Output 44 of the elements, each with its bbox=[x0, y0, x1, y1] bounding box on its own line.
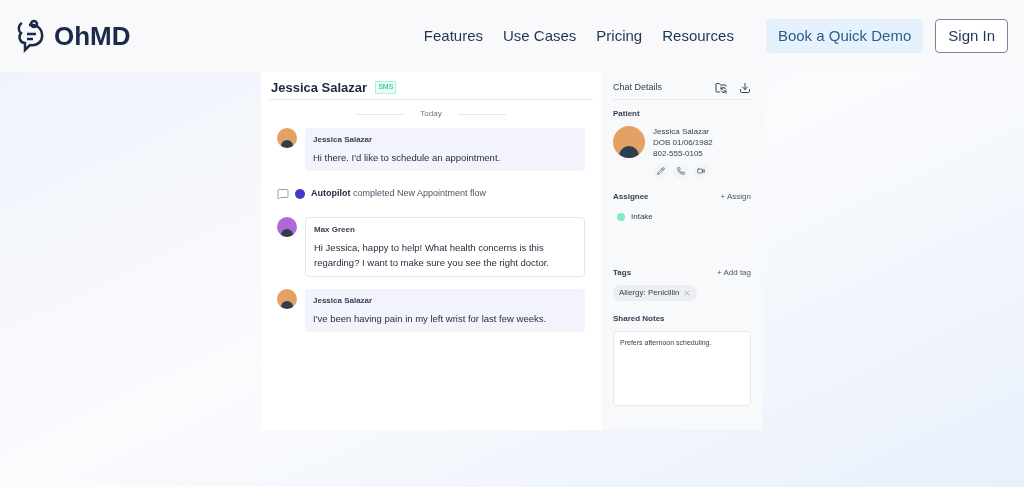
autopilot-icon bbox=[295, 188, 305, 199]
nav-link[interactable]: Pricing bbox=[596, 24, 643, 48]
video-button[interactable] bbox=[693, 163, 709, 179]
sign-in-button[interactable]: Sign In bbox=[935, 19, 1008, 53]
chat-title: Jessica Salazar bbox=[271, 78, 368, 97]
section-label: Patient bbox=[613, 108, 641, 120]
remove-icon[interactable] bbox=[683, 289, 692, 297]
add-tag-link[interactable]: + Add tag bbox=[716, 267, 751, 279]
patient-avatar bbox=[613, 126, 645, 158]
edit-button[interactable] bbox=[653, 163, 669, 179]
patient-dob: DOB 01/06/1982 bbox=[653, 137, 713, 148]
tag-chip: Allergy: Penicillin bbox=[613, 285, 698, 301]
pencil-icon bbox=[657, 167, 665, 175]
call-button[interactable] bbox=[673, 163, 689, 179]
video-camera-icon bbox=[697, 167, 705, 175]
avatar bbox=[277, 128, 297, 148]
chat-bubble-icon bbox=[277, 187, 289, 200]
logo-icon bbox=[16, 19, 46, 53]
avatar bbox=[277, 216, 297, 237]
sender-name: Jessica Salazar bbox=[313, 134, 374, 146]
nav-link[interactable]: Features bbox=[423, 24, 483, 48]
nav-link[interactable]: Resources bbox=[662, 24, 734, 48]
patient-phone: 802-555-0105 bbox=[653, 148, 704, 159]
avatar bbox=[277, 288, 297, 309]
download-icon[interactable] bbox=[739, 81, 751, 94]
sender-name: Jessica Salazar bbox=[313, 294, 374, 307]
section-label: Tags bbox=[613, 267, 632, 279]
nav-link[interactable]: Use Cases bbox=[503, 24, 577, 48]
details-title: Chat Details bbox=[613, 80, 663, 94]
brand-name: OhMD bbox=[54, 19, 131, 53]
assign-link[interactable]: + Assign bbox=[720, 191, 751, 203]
demo-button[interactable]: Book a Quick Demo bbox=[765, 19, 924, 53]
patient-name: Jessica Salazar bbox=[653, 126, 711, 137]
date-divider: Today bbox=[420, 108, 442, 120]
assignee-name: Intake bbox=[631, 211, 653, 223]
message-text: Hi Jessica, happy to help! What health concerns is this regarding? I want to make sure you see the right doctor. bbox=[314, 240, 550, 270]
message-text: Hi there. I'd like to schedule an appointment. bbox=[313, 151, 502, 165]
phone-icon bbox=[677, 167, 685, 175]
folder-icon[interactable] bbox=[715, 81, 727, 94]
section-label: Shared Notes bbox=[613, 313, 666, 325]
message-text: I've been having pain in my left wrist for last few weeks. bbox=[313, 311, 548, 326]
event-text: Autopilot completed New Appointment flow bbox=[311, 187, 487, 200]
section-label: Assignee bbox=[613, 191, 649, 203]
sender-name: Max Green bbox=[314, 223, 356, 236]
